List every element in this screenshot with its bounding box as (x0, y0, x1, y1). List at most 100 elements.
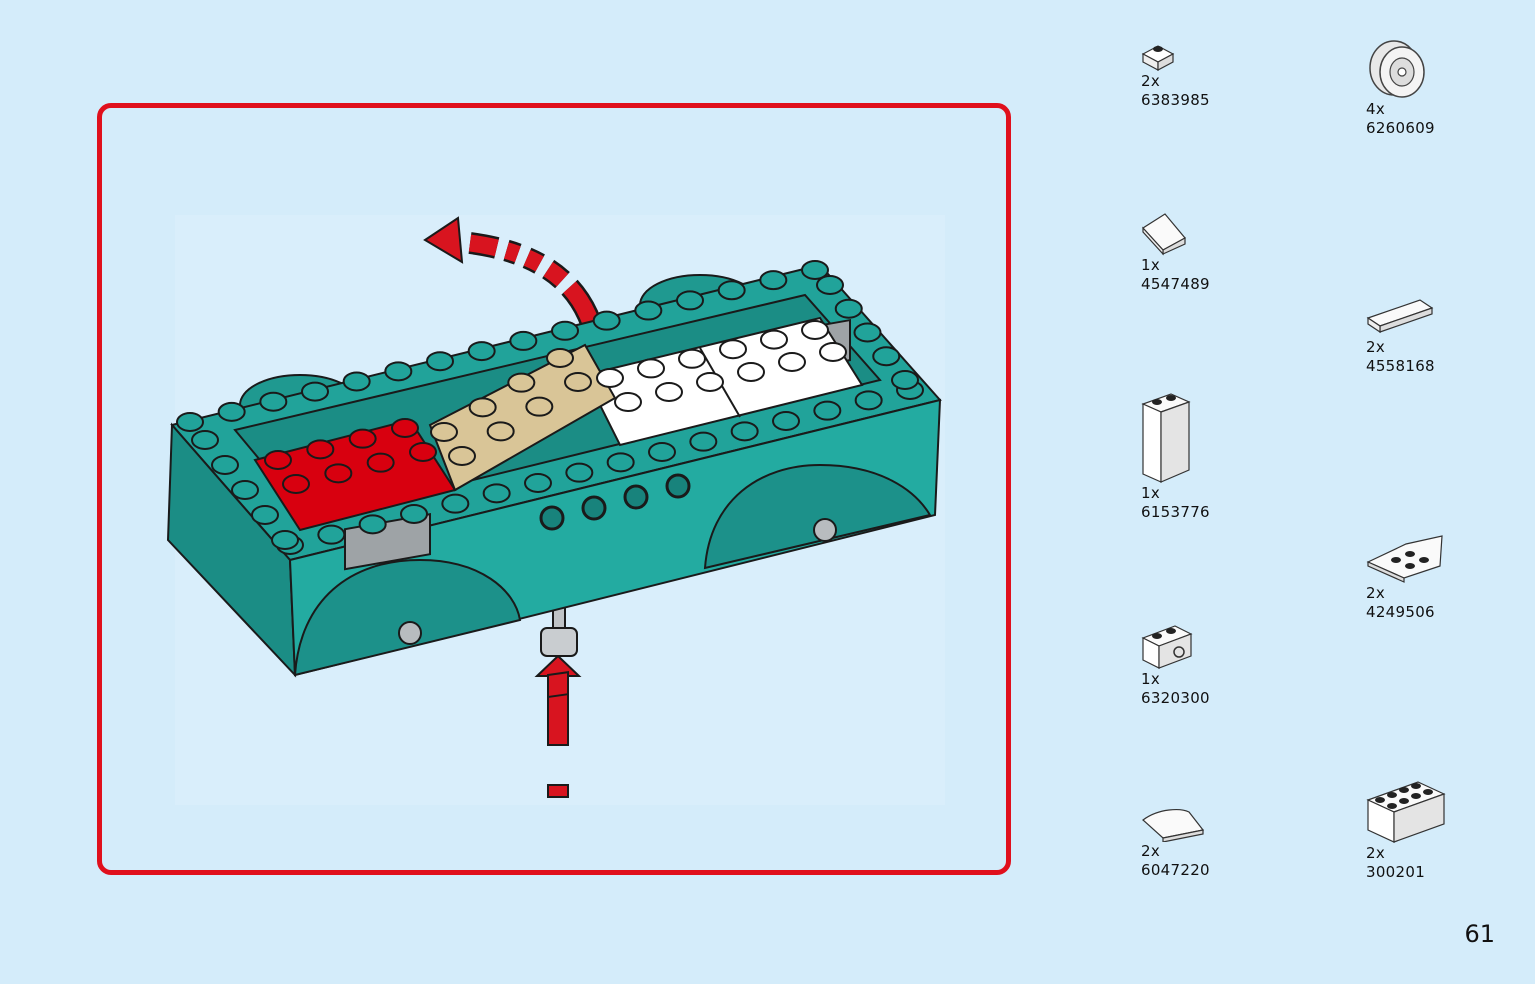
stud (482, 483, 511, 504)
part-id: 6047220 (1141, 861, 1210, 879)
part-id: 300201 (1366, 863, 1426, 881)
stud (730, 421, 759, 442)
stud (813, 400, 842, 421)
wheel-rim-icon (1369, 40, 1425, 98)
stud (546, 348, 574, 368)
part-qty: 1x (1141, 670, 1161, 688)
stud (564, 372, 592, 392)
stud (317, 524, 346, 545)
stud (719, 339, 747, 360)
stud (426, 351, 454, 372)
stud (301, 381, 329, 402)
stud (264, 450, 292, 470)
part-6260609: 4x 6260609 (1366, 38, 1435, 138)
stud (231, 480, 259, 500)
part-id: 4558168 (1366, 357, 1435, 375)
part-qty: 2x (1366, 584, 1386, 602)
stud (259, 391, 288, 412)
brick-2x4-icon (1366, 781, 1446, 843)
stud (441, 493, 470, 514)
stud (409, 442, 437, 462)
stud (507, 372, 536, 393)
stud (891, 370, 919, 390)
stud (853, 322, 882, 343)
stud (551, 320, 579, 341)
stud (634, 300, 663, 321)
stud (772, 411, 800, 431)
stud (524, 473, 552, 493)
stud (614, 392, 642, 412)
stud (430, 422, 458, 442)
stud (676, 290, 704, 311)
stud (759, 270, 788, 291)
part-6320300: 1x 6320300 (1141, 622, 1210, 708)
stud (737, 362, 765, 382)
stud (217, 401, 246, 422)
stud (760, 329, 788, 350)
stud (348, 428, 377, 449)
wedge-plate-icon (1366, 535, 1443, 583)
stud (696, 372, 724, 392)
stud (596, 368, 624, 388)
part-id: 4249506 (1366, 603, 1435, 621)
part-6153776: 1x 6153776 (1141, 392, 1210, 522)
stud (400, 504, 428, 524)
round-plate-1x1-icon (1141, 45, 1175, 71)
part-qty: 1x (1141, 256, 1161, 274)
part-id: 6383985 (1141, 91, 1210, 109)
stud (391, 418, 419, 438)
stud (678, 348, 706, 369)
stud (358, 514, 387, 535)
stud (637, 358, 665, 379)
stud (689, 431, 718, 452)
stud (191, 430, 219, 450)
stud (448, 446, 476, 466)
build-illustration (166, 215, 945, 805)
stud (655, 382, 683, 402)
part-4249506: 2x 4249506 (1366, 532, 1446, 622)
slope-tile-icon (1142, 213, 1186, 256)
part-id: 6320300 (1141, 689, 1210, 707)
stud (282, 474, 310, 494)
stud (486, 421, 515, 442)
stud (648, 442, 676, 462)
stud (468, 397, 497, 418)
part-6383985: 2x 6383985 (1141, 40, 1210, 110)
stud (801, 320, 829, 340)
stud (271, 530, 299, 550)
stud (854, 390, 883, 411)
stud (872, 346, 901, 367)
stud (384, 361, 413, 382)
part-4558168: 2x 4558168 (1366, 296, 1435, 376)
stud (834, 298, 863, 319)
stud (592, 310, 621, 331)
stud (816, 275, 844, 295)
part-qty: 2x (1366, 844, 1386, 862)
part-qty: 2x (1141, 842, 1161, 860)
stud (251, 505, 279, 525)
part-id: 6260609 (1366, 119, 1435, 137)
stud (306, 439, 335, 460)
stud (717, 280, 746, 301)
stud (211, 455, 239, 475)
stud (467, 341, 496, 362)
part-4547489: 1x 4547489 (1141, 210, 1210, 294)
stud (342, 371, 371, 392)
stud (778, 352, 806, 372)
part-id: 6153776 (1141, 503, 1210, 521)
stud (176, 412, 204, 432)
stud (606, 452, 635, 473)
part-qty: 2x (1141, 72, 1161, 90)
stud (509, 330, 538, 351)
part-id: 4547489 (1141, 275, 1210, 293)
stud (525, 396, 554, 417)
curved-slope-icon (1142, 809, 1205, 842)
stud (565, 462, 594, 483)
part-300201: 2x 300201 (1366, 778, 1446, 882)
part-qty: 1x (1141, 484, 1161, 502)
part-qty: 2x (1366, 338, 1386, 356)
tile-1x4-icon (1366, 299, 1434, 334)
stud (324, 463, 353, 484)
part-qty: 4x (1366, 100, 1386, 118)
brick-clip-icon (1141, 625, 1193, 669)
